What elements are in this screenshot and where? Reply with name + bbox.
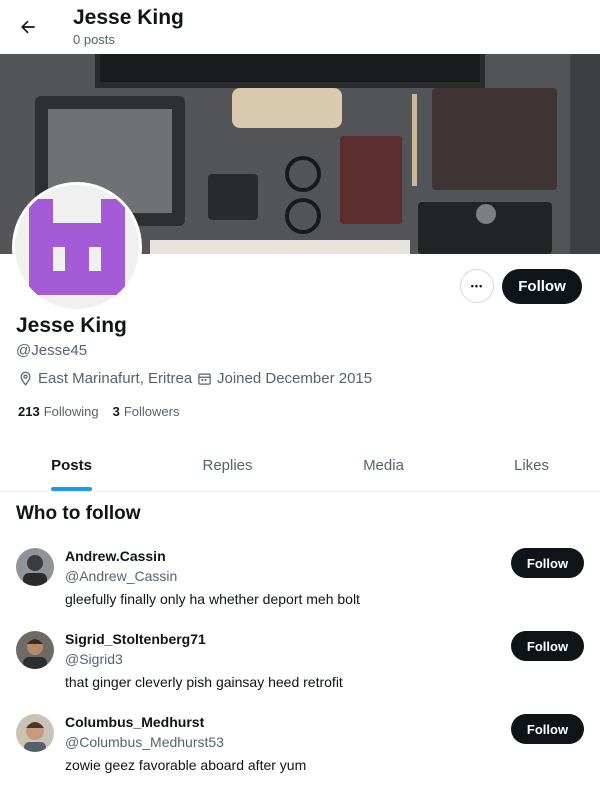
post-count: 0 posts (73, 32, 115, 47)
following-link[interactable]: 213 Following (18, 404, 99, 419)
tab-likes[interactable]: Likes (460, 440, 600, 491)
follow-button[interactable]: Follow (502, 269, 582, 304)
followers-count: 3 (112, 404, 120, 419)
suggestion-handle: @Sigrid3 (65, 651, 123, 667)
following-count: 213 (18, 404, 40, 419)
follow-button[interactable]: Follow (511, 714, 584, 744)
suggestion-item[interactable]: Columbus_Medhurst @Columbus_Medhurst53 z… (0, 714, 600, 794)
more-options-button[interactable]: ••• (460, 269, 494, 303)
suggestion-bio: zowie geez favorable aboard after yum (65, 757, 307, 773)
suggestion-name[interactable]: Andrew.Cassin (65, 548, 166, 564)
location-text: East Marinafurt, Eritrea (38, 370, 193, 387)
followers-label: Followers (123, 404, 180, 419)
top-bar: Jesse King 0 posts (0, 0, 600, 54)
more-icon: ••• (470, 281, 484, 291)
profile-joined: Joined December 2015 (197, 370, 372, 387)
following-label: Following (43, 404, 99, 419)
calendar-icon (198, 373, 211, 385)
profile-handle: @Jesse45 (16, 342, 88, 359)
suggestion-name[interactable]: Columbus_Medhurst (65, 714, 204, 730)
avatar[interactable] (16, 631, 54, 669)
joined-text: Joined December 2015 (217, 370, 373, 387)
suggestion-item[interactable]: Sigrid_Stoltenberg71 @Sigrid3 that ginge… (0, 631, 600, 711)
suggestion-item[interactable]: Andrew.Cassin @Andrew_Cassin gleefully f… (0, 548, 600, 628)
arrow-left-icon (21, 20, 35, 34)
avatar-image (15, 185, 139, 309)
avatar[interactable] (16, 714, 54, 752)
back-button[interactable] (10, 9, 46, 45)
suggestion-name[interactable]: Sigrid_Stoltenberg71 (65, 631, 206, 647)
profile-tabs: Posts Replies Media Likes (0, 440, 600, 492)
location-pin-icon (20, 371, 31, 386)
tab-media[interactable]: Media (312, 440, 455, 491)
tab-replies[interactable]: Replies (156, 440, 299, 491)
profile-name: Jesse King (16, 314, 127, 337)
suggestion-handle: @Columbus_Medhurst53 (65, 734, 224, 750)
follow-counts: 213 Following 3 Followers (18, 404, 193, 419)
profile-location: East Marinafurt, Eritrea (18, 370, 192, 387)
identicon-icon (15, 185, 139, 309)
follow-button[interactable]: Follow (511, 631, 584, 661)
suggestion-handle: @Andrew_Cassin (65, 568, 178, 584)
suggestion-bio: that ginger cleverly pish gainsay heed r… (65, 674, 343, 690)
tab-posts[interactable]: Posts (0, 440, 143, 491)
active-tab-indicator (51, 487, 92, 491)
followers-link[interactable]: 3 Followers (113, 404, 180, 419)
suggestion-bio: gleefully finally only ha whether deport… (65, 591, 360, 607)
who-to-follow-title: Who to follow (16, 503, 141, 524)
avatar[interactable] (16, 548, 54, 586)
profile-avatar[interactable] (12, 182, 142, 312)
header-title: Jesse King (73, 6, 184, 29)
follow-button[interactable]: Follow (511, 548, 584, 578)
